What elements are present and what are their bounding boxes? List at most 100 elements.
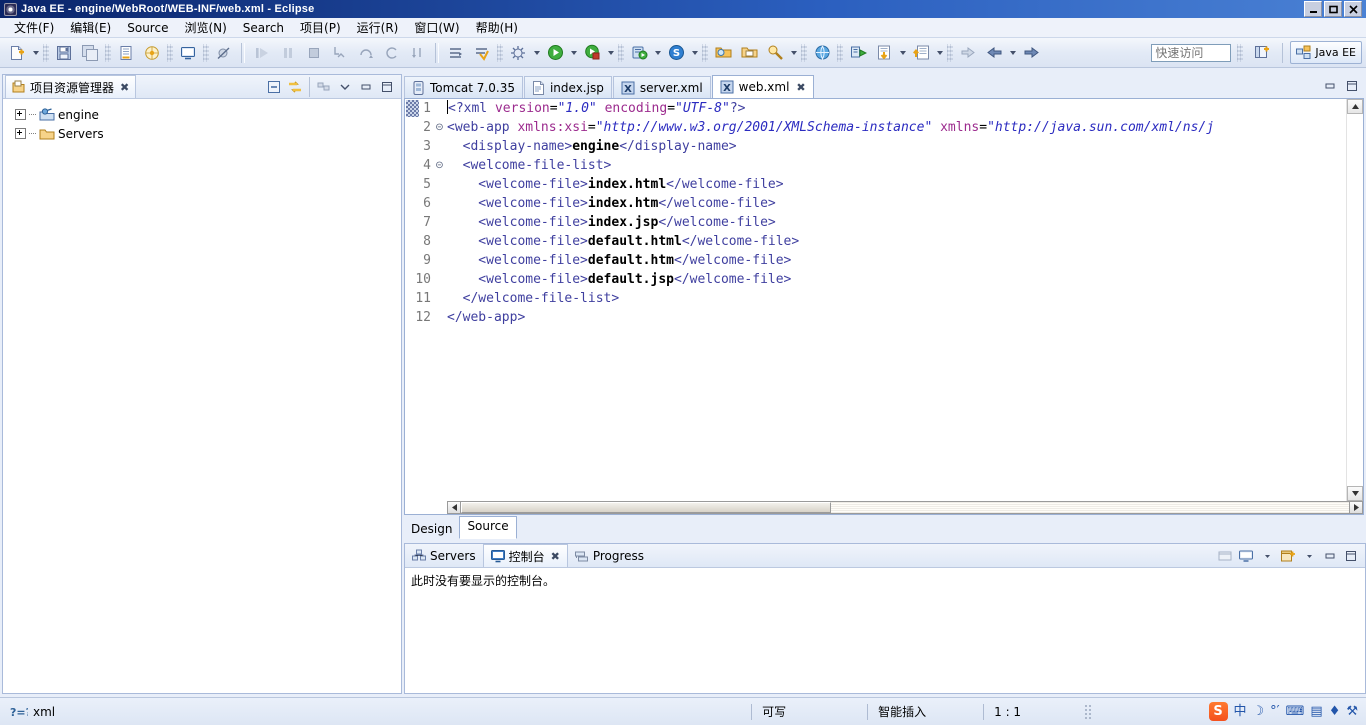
hscroll-thumb[interactable]: [461, 502, 831, 513]
close-button[interactable]: [1344, 1, 1362, 17]
sogou-ime-icon[interactable]: S: [1208, 702, 1228, 721]
code-line[interactable]: <display-name>engine</display-name>: [447, 137, 1347, 156]
code-line[interactable]: <welcome-file>default.html</welcome-file…: [447, 232, 1347, 251]
menu-file[interactable]: 文件(F): [6, 17, 62, 38]
run-validation-icon[interactable]: [470, 41, 494, 65]
code-line[interactable]: <welcome-file>index.html</welcome-file>: [447, 175, 1347, 194]
open-console-new-icon[interactable]: [1278, 546, 1298, 566]
scroll-right-icon[interactable]: [1349, 501, 1363, 514]
hscroll-track[interactable]: [461, 501, 1349, 514]
step-over-icon[interactable]: [354, 41, 378, 65]
minimize-console-icon[interactable]: [1320, 546, 1340, 566]
code-line[interactable]: <welcome-file>default.jsp</welcome-file>: [447, 270, 1347, 289]
menu-project[interactable]: 项目(P): [292, 17, 349, 38]
import-dropdown-icon[interactable]: [897, 42, 908, 64]
export-deploy-icon[interactable]: [114, 41, 138, 65]
close-icon[interactable]: ✖: [796, 81, 805, 94]
close-icon[interactable]: ✖: [120, 81, 129, 94]
run-external-icon[interactable]: [580, 41, 604, 65]
maximize-editor-icon[interactable]: [1342, 76, 1362, 96]
tab-servers[interactable]: Servers: [405, 545, 483, 567]
scroll-left-icon[interactable]: [447, 501, 461, 514]
open-resource-icon[interactable]: [737, 41, 761, 65]
open-perspective-icon[interactable]: [1250, 41, 1274, 65]
step-return-icon[interactable]: [380, 41, 404, 65]
export-dropdown-icon[interactable]: [934, 42, 945, 64]
editor-tab-web-xml[interactable]: X web.xml ✖: [711, 75, 814, 98]
code-line[interactable]: <welcome-file-list>: [447, 156, 1347, 175]
collapse-all-icon[interactable]: [264, 77, 284, 97]
debug-icon[interactable]: [506, 41, 530, 65]
ime-keyboard-icon[interactable]: ⌨: [1286, 705, 1305, 718]
tree-item-servers[interactable]: Servers: [7, 124, 401, 143]
expand-icon[interactable]: [15, 109, 26, 120]
tab-source[interactable]: Source: [459, 516, 517, 539]
menu-run[interactable]: 运行(R): [349, 17, 407, 38]
ime-settings-icon[interactable]: ⚒: [1346, 705, 1358, 718]
code-line[interactable]: <welcome-file>index.jsp</welcome-file>: [447, 213, 1347, 232]
minimize-button[interactable]: [1304, 1, 1322, 17]
fold-toggle-icon[interactable]: ⊝: [434, 118, 445, 137]
editor-vertical-scrollbar[interactable]: [1346, 99, 1363, 501]
validate-icon[interactable]: [444, 41, 468, 65]
menu-search[interactable]: Search: [235, 19, 292, 37]
export-icon[interactable]: [909, 41, 933, 65]
run-dropdown-icon[interactable]: [568, 42, 579, 64]
view-menu-extra-icon[interactable]: [314, 77, 334, 97]
code-viewport[interactable]: <?xml version="1.0" encoding="UTF-8"?> <w…: [447, 99, 1347, 501]
svn-dropdown-icon[interactable]: [689, 42, 700, 64]
code-line[interactable]: <welcome-file>default.htm</welcome-file>: [447, 251, 1347, 270]
code-line[interactable]: <?xml version="1.0" encoding="UTF-8"?>: [447, 99, 1347, 118]
close-icon[interactable]: ✖: [551, 550, 560, 563]
maximize-button[interactable]: [1324, 1, 1342, 17]
menu-window[interactable]: 窗口(W): [406, 17, 467, 38]
code-line[interactable]: <welcome-file>index.htm</welcome-file>: [447, 194, 1347, 213]
debug-dropdown-icon[interactable]: [531, 42, 542, 64]
open-console-dropdown-icon[interactable]: [1299, 546, 1319, 566]
open-console-view-icon[interactable]: [1215, 546, 1235, 566]
tab-project-explorer[interactable]: 项目资源管理器 ✖: [5, 75, 137, 98]
code-line[interactable]: <web-app xmlns:xsi="http://www.w3.org/20…: [447, 118, 1347, 137]
tab-design[interactable]: Design: [404, 520, 459, 539]
back-icon[interactable]: [982, 41, 1006, 65]
menu-navigate[interactable]: 浏览(N): [176, 17, 234, 38]
ime-toolbox-icon[interactable]: ▤: [1310, 705, 1322, 718]
ime-punctuation-icon[interactable]: °′: [1270, 705, 1279, 718]
view-menu-icon[interactable]: [335, 77, 355, 97]
perspective-java-ee-button[interactable]: Java EE: [1290, 41, 1362, 64]
tree-item-engine[interactable]: engine: [7, 105, 401, 124]
new-server-icon[interactable]: [627, 41, 651, 65]
save-icon[interactable]: [52, 41, 76, 65]
minimize-view-icon[interactable]: [356, 77, 376, 97]
minimize-editor-icon[interactable]: [1320, 76, 1340, 96]
quick-access-input[interactable]: [1151, 43, 1232, 62]
search-icon[interactable]: [763, 41, 787, 65]
menu-source[interactable]: Source: [119, 19, 176, 37]
maximize-console-icon[interactable]: [1341, 546, 1361, 566]
code-line[interactable]: </welcome-file-list>: [447, 289, 1347, 308]
ime-language-icon[interactable]: 中: [1234, 705, 1247, 718]
run-as-server-icon[interactable]: [846, 41, 870, 65]
link-with-editor-icon[interactable]: [285, 77, 305, 97]
last-edit-location-icon[interactable]: [956, 41, 980, 65]
save-all-icon[interactable]: [78, 41, 102, 65]
editor-horizontal-scrollbar[interactable]: [447, 501, 1363, 514]
tab-progress[interactable]: Progress: [568, 545, 651, 567]
tab-console[interactable]: 控制台 ✖: [482, 544, 568, 567]
new-wizard-dropdown-icon[interactable]: [30, 42, 41, 64]
terminate-icon[interactable]: [302, 41, 326, 65]
search-dropdown-icon[interactable]: [788, 42, 799, 64]
code-content[interactable]: <?xml version="1.0" encoding="UTF-8"?> <w…: [447, 99, 1347, 327]
run-icon[interactable]: [543, 41, 567, 65]
expand-icon[interactable]: [15, 128, 26, 139]
editor-tab-index-jsp[interactable]: index.jsp: [523, 76, 612, 98]
editor-tab-tomcat[interactable]: Tomcat 7.0.35: [404, 76, 523, 98]
db-explorer-icon[interactable]: [140, 41, 164, 65]
maximize-view-icon[interactable]: [377, 77, 397, 97]
new-server-dropdown-icon[interactable]: [652, 42, 663, 64]
scroll-up-icon[interactable]: [1347, 99, 1363, 114]
drop-to-frame-icon[interactable]: [406, 41, 430, 65]
code-line[interactable]: </web-app>: [447, 308, 1347, 327]
forward-icon[interactable]: [1019, 41, 1043, 65]
import-icon[interactable]: [872, 41, 896, 65]
